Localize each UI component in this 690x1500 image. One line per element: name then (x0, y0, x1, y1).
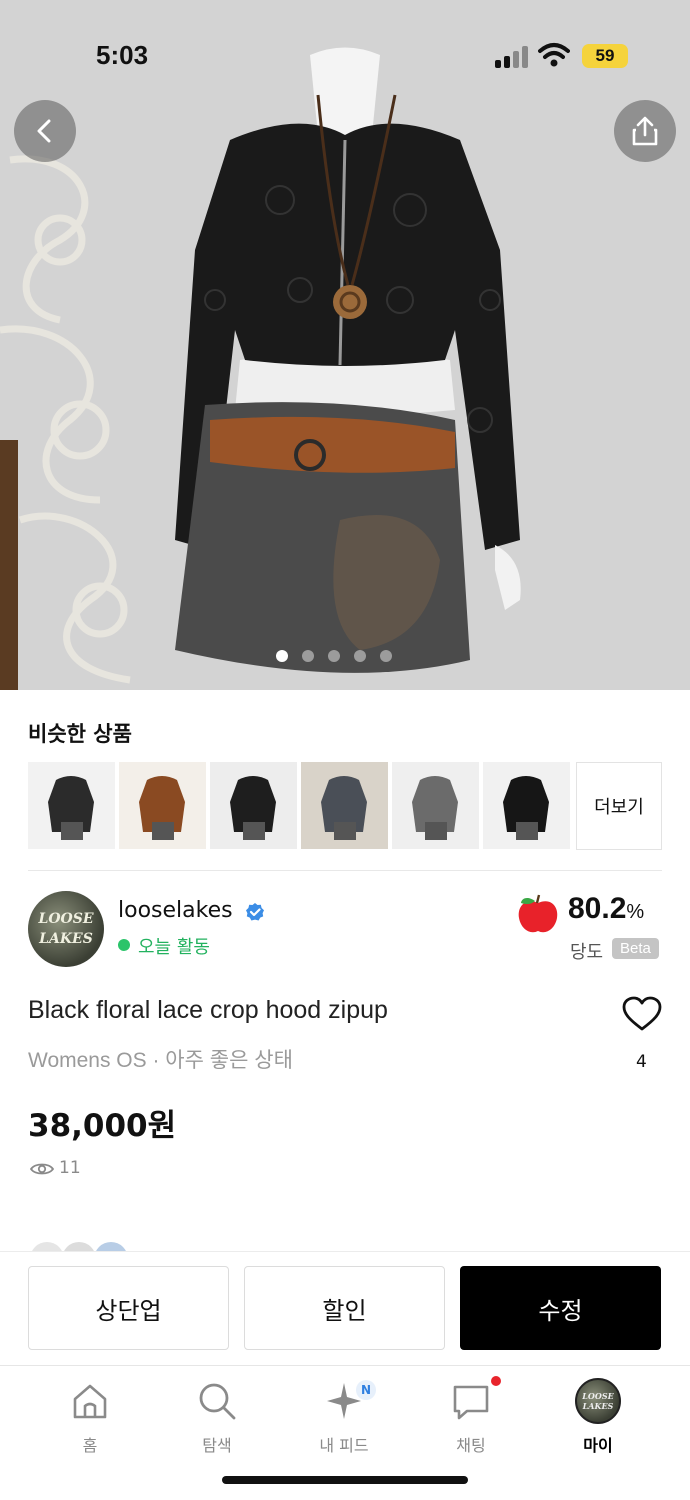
wifi-icon (538, 42, 570, 68)
carousel-dot[interactable] (302, 650, 314, 662)
product-image-carousel[interactable]: 5:03 59 (0, 0, 690, 690)
product-meta: Womens OS · 아주 좋은 상태 (28, 1049, 293, 1072)
signal-icon (495, 46, 529, 68)
divider (28, 870, 662, 871)
discount-button[interactable]: 할인 (244, 1266, 445, 1350)
activity-dot (118, 939, 130, 951)
tab-label: 내 피드 (319, 1436, 369, 1455)
carousel-dot[interactable] (354, 650, 366, 662)
tab-explore[interactable]: 탐색 (167, 1380, 267, 1456)
new-badge: N (356, 1380, 376, 1400)
similar-product-thumb[interactable] (28, 762, 115, 849)
carousel-dot[interactable] (380, 650, 392, 662)
tab-my[interactable]: LOOSE LAKES 마이 (548, 1378, 648, 1456)
carousel-dot[interactable] (328, 650, 340, 662)
unread-dot (491, 1376, 501, 1386)
similar-product-thumb[interactable] (210, 762, 297, 849)
battery-indicator: 59 (582, 44, 628, 68)
verified-icon (246, 903, 264, 921)
sweetness-score: 80.2% (568, 892, 644, 926)
similar-product-thumb[interactable] (119, 762, 206, 849)
view-count: 11 (59, 1158, 81, 1178)
like-count: 4 (636, 1052, 647, 1072)
profile-avatar: LOOSE LAKES (575, 1378, 621, 1424)
similar-product-thumb[interactable] (483, 762, 570, 849)
share-button[interactable] (614, 100, 676, 162)
search-icon (199, 1383, 236, 1420)
home-indicator (222, 1476, 468, 1484)
tab-label: 채팅 (456, 1436, 486, 1455)
sweetness-label: 당도 (570, 942, 604, 963)
more-similar-button[interactable]: 더보기 (576, 762, 662, 850)
tab-label: 마이 (583, 1436, 613, 1455)
share-icon (632, 116, 658, 146)
eye-icon (30, 1163, 54, 1175)
action-bar: 상단업 할인 수정 (0, 1251, 690, 1365)
sweetness-unit: % (626, 901, 645, 923)
heart-icon[interactable] (622, 996, 662, 1032)
back-icon (37, 119, 51, 143)
chat-icon (453, 1385, 489, 1420)
tab-label: 홈 (82, 1436, 98, 1455)
seller-avatar[interactable]: LOOSE LAKES (28, 891, 104, 967)
tab-chat[interactable]: 채팅 (421, 1376, 521, 1456)
similar-products-list: 더보기 (28, 762, 662, 850)
edit-button[interactable]: 수정 (460, 1266, 661, 1350)
beta-badge: Beta (612, 938, 659, 959)
product-price: 38,000원 (28, 1108, 177, 1144)
carousel-indicator (276, 650, 392, 662)
apple-icon (518, 894, 558, 933)
tab-my-feed[interactable]: N 내 피드 (294, 1380, 394, 1456)
activity-status: 오늘 활동 (138, 937, 210, 958)
bump-button[interactable]: 상단업 (28, 1266, 229, 1350)
product-title: Black floral lace crop hood zipup (28, 996, 388, 1024)
similar-product-thumb[interactable] (301, 762, 388, 849)
status-time: 5:03 (96, 40, 149, 70)
carousel-dot[interactable] (276, 650, 288, 662)
back-button[interactable] (14, 100, 76, 162)
seller-avatar-logo: LOOSE LAKES (38, 911, 94, 947)
home-icon (73, 1384, 107, 1419)
similar-products-title: 비슷한 상품 (28, 722, 132, 746)
tab-label: 탐색 (202, 1436, 232, 1455)
status-bar: 5:03 59 (0, 0, 690, 110)
tab-home[interactable]: 홈 (40, 1380, 140, 1456)
seller-name[interactable]: looselakes (118, 898, 233, 923)
similar-product-thumb[interactable] (392, 762, 479, 849)
sweetness-value: 80.2 (568, 892, 627, 925)
